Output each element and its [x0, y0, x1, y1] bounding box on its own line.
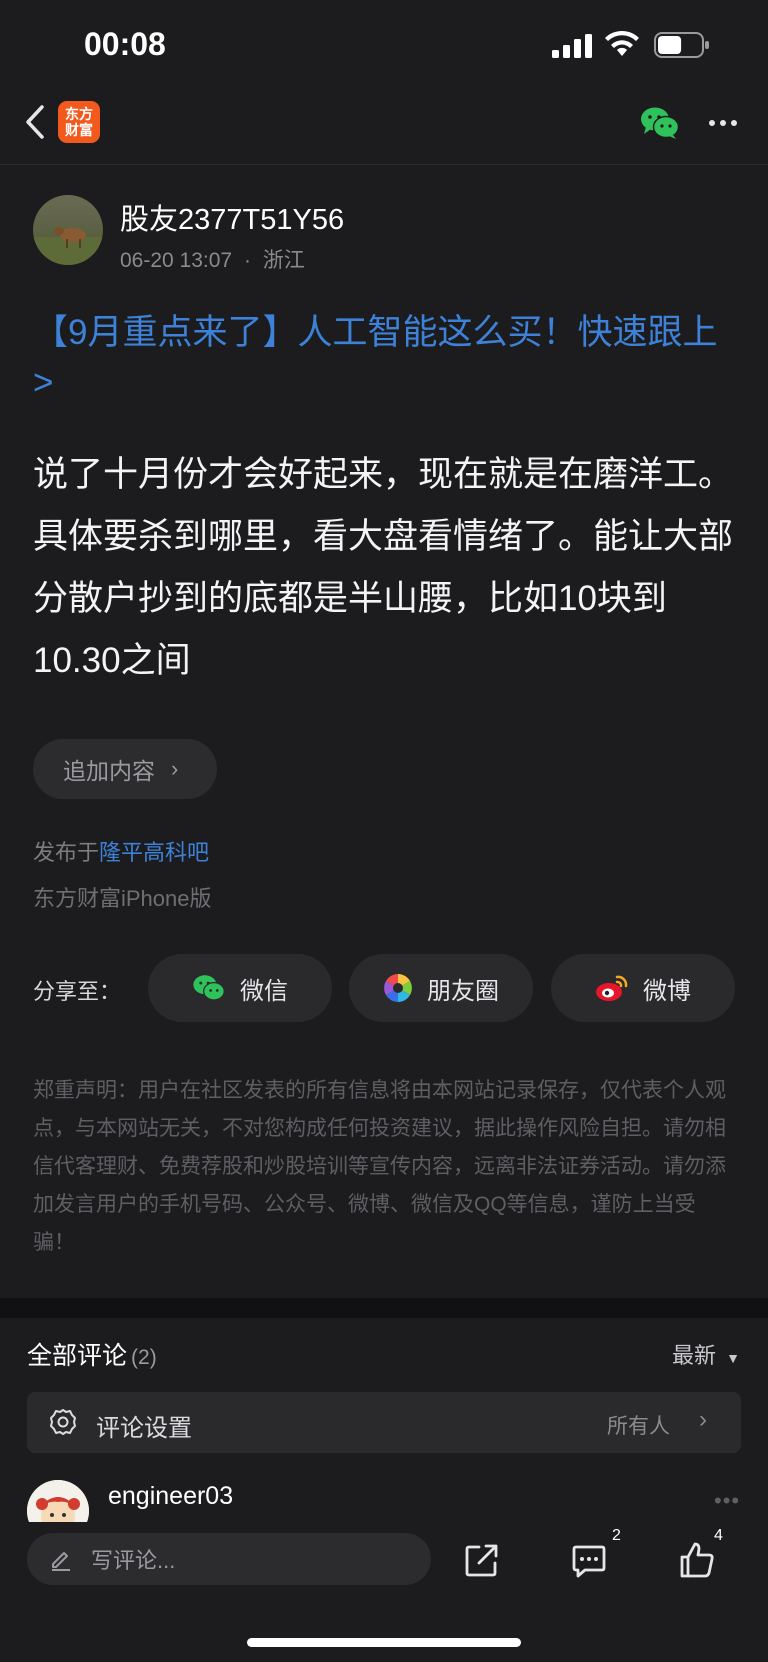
share-wechat-label: 微信: [240, 977, 288, 1005]
chevron-right-icon: ›: [699, 1406, 707, 1433]
weibo-icon: [596, 975, 628, 1001]
gear-icon: [50, 1409, 76, 1435]
comment-count-badge: 2: [612, 1527, 621, 1544]
meta-separator: ·: [243, 249, 251, 272]
comment-more-icon[interactable]: •••: [714, 1488, 740, 1514]
author-name[interactable]: 股友2377T51Y56: [120, 196, 344, 238]
comments-count: (2): [131, 1346, 157, 1369]
add-content-button[interactable]: 追加内容 ›: [33, 739, 217, 799]
comments-header: 全部评论 (2): [27, 1336, 157, 1372]
share-moments-button[interactable]: 朋友圈: [349, 954, 533, 1022]
share-weibo-button[interactable]: 微博: [551, 954, 735, 1022]
home-indicator: [247, 1638, 521, 1647]
battery-icon: [654, 32, 709, 58]
logo-text: 东方: [65, 106, 93, 122]
moments-icon: [384, 974, 412, 1002]
comment-settings-row[interactable]: 评论设置 所有人 ›: [27, 1392, 741, 1453]
disclaimer-text: 郑重声明：用户在社区发表的所有信息将由本网站记录保存，仅代表个人观点，与本网站无…: [33, 1079, 726, 1254]
sort-dropdown[interactable]: 最新 ▼: [672, 1338, 740, 1370]
wifi-icon: [605, 30, 639, 56]
wechat-icon: [193, 975, 225, 1001]
author-avatar[interactable]: [33, 195, 103, 265]
post-body: 说了十月份才会好起来，现在就是在磨洋工。具体要杀到哪里，看大盘看情绪了。能让大部…: [33, 455, 734, 680]
chevron-right-icon: ›: [171, 756, 179, 781]
published-prefix: 发布于: [33, 840, 100, 865]
comment-settings-value: 所有人: [607, 1415, 670, 1438]
back-icon[interactable]: [24, 104, 46, 140]
nav-divider: [0, 164, 768, 165]
write-comment-placeholder: 写评论...: [91, 1548, 176, 1573]
sort-label: 最新: [672, 1343, 717, 1368]
share-moments-label: 朋友圈: [427, 977, 499, 1005]
write-comment-input[interactable]: 写评论...: [27, 1533, 431, 1585]
share-icon[interactable]: [465, 1543, 499, 1577]
status-time: 00:08: [84, 26, 166, 62]
published-in: 发布于隆平高科吧: [33, 835, 209, 867]
cellular-signal-icon: [552, 34, 592, 58]
client-source: 东方财富iPhone版: [33, 886, 212, 911]
pencil-icon: [52, 1552, 70, 1571]
share-label: 分享至：: [33, 979, 122, 1004]
post-location: 浙江: [262, 249, 305, 272]
forum-link[interactable]: 隆平高科吧: [99, 840, 209, 865]
share-weibo-label: 微博: [643, 977, 691, 1005]
more-options-icon[interactable]: [708, 118, 738, 128]
add-content-label: 追加内容: [63, 758, 155, 784]
logo-text: 财富: [65, 122, 93, 138]
post-date: 06-20 13:07: [120, 249, 233, 272]
comment-settings-label: 评论设置: [96, 1415, 192, 1442]
commenter-name[interactable]: engineer03: [108, 1482, 233, 1511]
share-wechat-button[interactable]: 微信: [148, 954, 332, 1022]
comments-title: 全部评论: [27, 1342, 128, 1370]
eastmoney-logo: 东方 财富: [58, 101, 100, 143]
wechat-share-icon[interactable]: [640, 106, 680, 140]
caret-down-icon: ▼: [726, 1350, 740, 1366]
like-icon[interactable]: [679, 1541, 715, 1579]
section-divider: [0, 1298, 768, 1318]
like-count-badge: 4: [714, 1527, 723, 1544]
post-meta: 06-20 13:07 · 浙江: [120, 244, 305, 274]
promo-link[interactable]: 【9月重点来了】人工智能这么买！快速跟上>: [33, 308, 733, 408]
comment-icon[interactable]: [571, 1543, 607, 1579]
